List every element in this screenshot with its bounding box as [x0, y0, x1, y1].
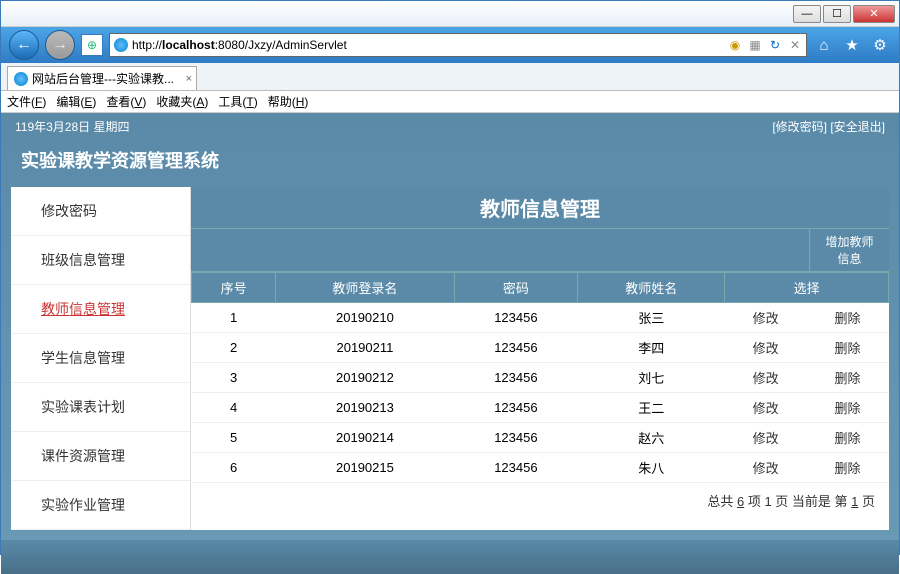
edit-link[interactable]: 修改: [725, 303, 807, 333]
menu-h[interactable]: 帮助(H): [268, 93, 309, 110]
cell-login: 20190210: [276, 303, 454, 333]
cell-pwd: 123456: [454, 423, 578, 453]
cell-pwd: 123456: [454, 393, 578, 423]
menu-e[interactable]: 编辑(E): [56, 93, 96, 110]
sidebar-item-3[interactable]: 学生信息管理: [11, 334, 190, 383]
col-3: 教师姓名: [578, 273, 725, 303]
delete-link[interactable]: 删除: [807, 303, 889, 333]
tab-title: 网站后台管理---实验课教...: [32, 70, 174, 87]
back-button[interactable]: ←: [9, 30, 39, 60]
ie-icon: [114, 38, 128, 52]
col-4: 选择: [725, 273, 889, 303]
logout-link[interactable]: [安全退出]: [830, 120, 885, 134]
cell-n: 2: [192, 333, 276, 363]
cell-name: 赵六: [578, 423, 725, 453]
col-1: 教师登录名: [276, 273, 454, 303]
app-footer: [1, 540, 899, 574]
delete-link[interactable]: 删除: [807, 333, 889, 363]
tab-favicon: [14, 72, 28, 86]
menu-v[interactable]: 查看(V): [106, 93, 146, 110]
add-teacher-button[interactable]: 增加教师信息: [809, 229, 889, 271]
sidebar-item-0[interactable]: 修改密码: [11, 187, 190, 236]
menu-t[interactable]: 工具(T): [218, 93, 257, 110]
cell-n: 5: [192, 423, 276, 453]
menu-a[interactable]: 收藏夹(A): [156, 93, 208, 110]
table-row: 120190210123456张三修改删除: [192, 303, 889, 333]
url-text: http://localhost:8080/Jxzy/AdminServlet: [132, 38, 347, 52]
cell-name: 王二: [578, 393, 725, 423]
cell-n: 3: [192, 363, 276, 393]
tab-close-button[interactable]: ×: [186, 73, 192, 85]
window-minimize-button[interactable]: —: [793, 5, 821, 23]
cell-pwd: 123456: [454, 303, 578, 333]
table-row: 520190214123456赵六修改删除: [192, 423, 889, 453]
security-shield-icon[interactable]: ⊕: [81, 34, 103, 56]
sidebar: 修改密码班级信息管理教师信息管理学生信息管理实验课表计划课件资源管理实验作业管理: [11, 187, 191, 530]
delete-link[interactable]: 删除: [807, 393, 889, 423]
col-2: 密码: [454, 273, 578, 303]
address-bar[interactable]: http://localhost:8080/Jxzy/AdminServlet …: [109, 33, 807, 57]
app-root: 119年3月28日 星期四 [修改密码] [安全退出] 实验课教学资源管理系统 …: [1, 113, 899, 574]
cell-login: 20190213: [276, 393, 454, 423]
cell-pwd: 123456: [454, 333, 578, 363]
cell-name: 张三: [578, 303, 725, 333]
delete-link[interactable]: 删除: [807, 453, 889, 483]
table-row: 220190211123456李四修改删除: [192, 333, 889, 363]
edit-link[interactable]: 修改: [725, 363, 807, 393]
change-password-link[interactable]: [修改密码]: [772, 120, 827, 134]
stop-icon[interactable]: ✕: [788, 38, 802, 52]
window-close-button[interactable]: ✕: [853, 5, 895, 23]
app-topbar: 119年3月28日 星期四 [修改密码] [安全退出]: [1, 113, 899, 139]
cell-n: 4: [192, 393, 276, 423]
delete-link[interactable]: 删除: [807, 423, 889, 453]
app-body: 修改密码班级信息管理教师信息管理学生信息管理实验课表计划课件资源管理实验作业管理…: [11, 187, 889, 530]
home-icon[interactable]: ⌂: [813, 34, 835, 56]
app-title: 实验课教学资源管理系统: [1, 139, 899, 187]
sidebar-item-4[interactable]: 实验课表计划: [11, 383, 190, 432]
settings-gear-icon[interactable]: ⚙: [869, 34, 891, 56]
cell-name: 刘七: [578, 363, 725, 393]
browser-tabbar: 网站后台管理---实验课教... ×: [1, 63, 899, 91]
table-row: 420190213123456王二修改删除: [192, 393, 889, 423]
edit-link[interactable]: 修改: [725, 333, 807, 363]
table-row: 320190212123456刘七修改删除: [192, 363, 889, 393]
table-row: 620190215123456朱八修改删除: [192, 453, 889, 483]
favorites-icon[interactable]: ★: [841, 34, 863, 56]
pager: 总共 6 项 1 页 当前是 第 1 页: [191, 483, 889, 518]
cell-pwd: 123456: [454, 363, 578, 393]
cell-pwd: 123456: [454, 453, 578, 483]
edit-link[interactable]: 修改: [725, 423, 807, 453]
browser-tab[interactable]: 网站后台管理---实验课教... ×: [7, 66, 197, 90]
window-maximize-button[interactable]: ☐: [823, 5, 851, 23]
teacher-table: 序号教师登录名密码教师姓名选择 120190210123456张三修改删除220…: [191, 272, 889, 483]
window-titlebar: — ☐ ✕: [1, 1, 899, 27]
sidebar-item-5[interactable]: 课件资源管理: [11, 432, 190, 481]
sidebar-item-1[interactable]: 班级信息管理: [11, 236, 190, 285]
col-0: 序号: [192, 273, 276, 303]
date-text: 119年3月28日 星期四: [15, 118, 130, 135]
forward-button[interactable]: →: [45, 30, 75, 60]
cell-name: 李四: [578, 333, 725, 363]
sidebar-item-6[interactable]: 实验作业管理: [11, 481, 190, 530]
menu-f[interactable]: 文件(F): [7, 93, 46, 110]
browser-navbar: ← → ⊕ http://localhost:8080/Jxzy/AdminSe…: [1, 27, 899, 63]
refresh-icon[interactable]: ↻: [768, 38, 782, 52]
browser-menubar: 文件(F) 编辑(E) 查看(V) 收藏夹(A) 工具(T) 帮助(H): [1, 91, 899, 113]
cell-login: 20190215: [276, 453, 454, 483]
delete-link[interactable]: 删除: [807, 363, 889, 393]
cell-name: 朱八: [578, 453, 725, 483]
cell-n: 6: [192, 453, 276, 483]
sidebar-item-2[interactable]: 教师信息管理: [11, 285, 190, 334]
edit-link[interactable]: 修改: [725, 453, 807, 483]
cell-login: 20190214: [276, 423, 454, 453]
panel-toolbar: 增加教师信息: [191, 228, 889, 272]
panel-title: 教师信息管理: [191, 187, 889, 228]
edit-link[interactable]: 修改: [725, 393, 807, 423]
cell-n: 1: [192, 303, 276, 333]
cell-login: 20190211: [276, 333, 454, 363]
lock-icon[interactable]: ▦: [748, 38, 762, 52]
main-panel: 教师信息管理 增加教师信息 序号教师登录名密码教师姓名选择 1201902101…: [191, 187, 889, 530]
cell-login: 20190212: [276, 363, 454, 393]
compat-icon[interactable]: ◉: [728, 38, 742, 52]
